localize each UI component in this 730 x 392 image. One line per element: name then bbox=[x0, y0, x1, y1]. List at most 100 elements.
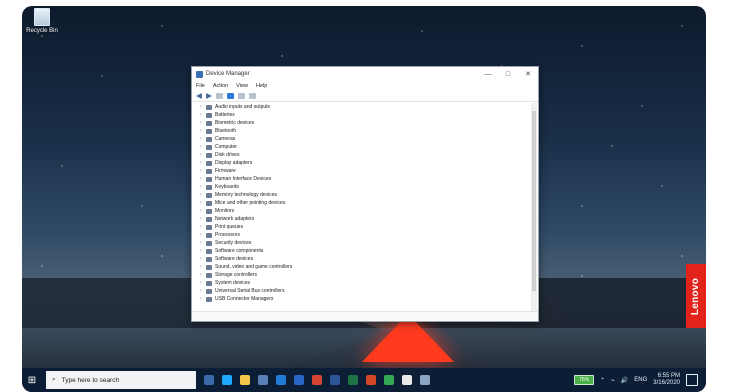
edge-icon[interactable] bbox=[222, 375, 232, 385]
tree-item[interactable]: › Human Interface Devices bbox=[200, 175, 530, 183]
properties-icon[interactable] bbox=[216, 93, 223, 99]
scrollbar-thumb[interactable] bbox=[532, 111, 536, 291]
biometric-icon bbox=[206, 120, 212, 126]
vertical-scrollbar[interactable] bbox=[531, 103, 537, 311]
language-indicator[interactable]: ENG bbox=[634, 377, 647, 383]
time: 6:55 PM bbox=[657, 373, 680, 379]
tree-item-label: Software devices bbox=[215, 256, 254, 262]
software-component-icon bbox=[206, 248, 212, 254]
tree-item-label: Bluetooth bbox=[215, 128, 237, 134]
date: 3/16/2020 bbox=[653, 380, 680, 386]
system-tray: 75% ⌃ ⌁ 🔊 ENG 6:55 PM 3/16/2020 bbox=[574, 373, 706, 387]
tree-item[interactable]: › Storage controllers bbox=[200, 271, 530, 279]
tree-item[interactable]: › Processors bbox=[200, 231, 530, 239]
volume-icon[interactable]: 🔊 bbox=[621, 377, 628, 384]
tree-item[interactable]: › Network adapters bbox=[200, 215, 530, 223]
tree-item[interactable]: › Memory technology devices bbox=[200, 191, 530, 199]
lenovo-text: Lenovo bbox=[690, 277, 702, 315]
start-button[interactable]: ⊞ bbox=[22, 368, 42, 392]
menu-view[interactable]: View bbox=[236, 83, 248, 89]
app-icon[interactable] bbox=[294, 375, 304, 385]
mail-icon[interactable] bbox=[276, 375, 286, 385]
tree-item[interactable]: › System devices bbox=[200, 279, 530, 287]
tree-item[interactable]: › Computer bbox=[200, 143, 530, 151]
system-icon bbox=[206, 280, 212, 286]
tree-item[interactable]: › Biometric devices bbox=[200, 119, 530, 127]
tree-item[interactable]: › Mice and other pointing devices bbox=[200, 199, 530, 207]
menu-action[interactable]: Action bbox=[213, 83, 228, 89]
hid-icon bbox=[206, 176, 212, 182]
tree-item-label: Display adapters bbox=[215, 160, 253, 166]
file-explorer-icon[interactable] bbox=[240, 375, 250, 385]
tree-item[interactable]: › Audio inputs and outputs bbox=[200, 103, 530, 111]
tree-item[interactable]: › USB Connector Managers bbox=[200, 295, 530, 303]
powerpoint-icon[interactable] bbox=[366, 375, 376, 385]
menu-bar: File Action View Help bbox=[192, 81, 538, 91]
chevron-up-icon[interactable]: ⌃ bbox=[600, 377, 605, 384]
taskbar-search[interactable]: ⌕ Type here to search bbox=[46, 371, 196, 389]
battery-icon[interactable]: 75% bbox=[574, 375, 595, 385]
tree-item[interactable]: › Monitors bbox=[200, 207, 530, 215]
window-titlebar[interactable]: Device Manager — □ ✕ bbox=[192, 67, 538, 81]
menu-help[interactable]: Help bbox=[256, 83, 267, 89]
tree-item[interactable]: › Disk drives bbox=[200, 151, 530, 159]
tree-item[interactable]: › Universal Serial Bus controllers bbox=[200, 287, 530, 295]
tree-item[interactable]: › Display adapters bbox=[200, 159, 530, 167]
tree-item-label: System devices bbox=[215, 280, 251, 286]
tree-item[interactable]: › Security devices bbox=[200, 239, 530, 247]
display-adapter-icon bbox=[206, 160, 212, 166]
store-icon[interactable] bbox=[258, 375, 268, 385]
minimize-button[interactable]: — bbox=[478, 67, 498, 81]
forward-icon[interactable] bbox=[206, 93, 212, 99]
clock[interactable]: 6:55 PM 3/16/2020 bbox=[653, 373, 680, 387]
monitor-icon[interactable] bbox=[249, 93, 256, 99]
scan-icon[interactable] bbox=[238, 93, 245, 99]
desktop-screen: Recycle Bin Lenovo Device Manager — □ ✕ … bbox=[22, 6, 706, 392]
tree-item-label: Keyboards bbox=[215, 184, 239, 190]
tree-item[interactable]: › Software devices bbox=[200, 255, 530, 263]
disk-drive-icon bbox=[206, 152, 212, 158]
help-icon[interactable] bbox=[227, 93, 234, 99]
settings-icon[interactable] bbox=[402, 375, 412, 385]
taskbar-apps bbox=[204, 375, 430, 385]
window-controls: — □ ✕ bbox=[478, 67, 538, 81]
usb-icon bbox=[206, 288, 212, 294]
tree-item-label: Audio inputs and outputs bbox=[215, 104, 271, 110]
tree-item-label: Computer bbox=[215, 144, 237, 150]
device-tree: › Audio inputs and outputs › Batteries › Bi… bbox=[200, 103, 530, 311]
word-icon[interactable] bbox=[330, 375, 340, 385]
tree-item-label: Human Interface Devices bbox=[215, 176, 272, 182]
network-icon[interactable]: ⌁ bbox=[611, 377, 615, 384]
notification-icon[interactable] bbox=[686, 374, 698, 386]
menu-file[interactable]: File bbox=[196, 83, 205, 89]
tree-item[interactable]: › Bluetooth bbox=[200, 127, 530, 135]
tree-item[interactable]: › Keyboards bbox=[200, 183, 530, 191]
close-button[interactable]: ✕ bbox=[518, 67, 538, 81]
keyboard-icon bbox=[206, 184, 212, 190]
chrome-icon[interactable] bbox=[384, 375, 394, 385]
tree-item[interactable]: › Software components bbox=[200, 247, 530, 255]
device-manager-window[interactable]: Device Manager — □ ✕ File Action View He… bbox=[191, 66, 539, 322]
tree-item[interactable]: › Print queues bbox=[200, 223, 530, 231]
search-icon: ⌕ bbox=[52, 376, 56, 383]
memory-icon bbox=[206, 192, 212, 198]
app-icon[interactable] bbox=[312, 375, 322, 385]
storage-icon bbox=[206, 272, 212, 278]
network-icon bbox=[206, 216, 212, 222]
maximize-button[interactable]: □ bbox=[498, 67, 518, 81]
tree-item[interactable]: › Firmware bbox=[200, 167, 530, 175]
back-icon[interactable] bbox=[196, 93, 202, 99]
cloud-icon[interactable] bbox=[420, 375, 430, 385]
task-view-icon[interactable] bbox=[204, 375, 214, 385]
excel-icon[interactable] bbox=[348, 375, 358, 385]
recycle-bin-icon bbox=[34, 8, 50, 26]
taskbar: ⊞ ⌕ Type here to search 75% ⌃ ⌁ 🔊 ENG 6:… bbox=[22, 368, 706, 392]
recycle-bin-shortcut[interactable]: Recycle Bin bbox=[24, 8, 60, 34]
tree-item[interactable]: › Sound, video and game controllers bbox=[200, 263, 530, 271]
tree-item-label: Network adapters bbox=[215, 216, 255, 222]
tree-item[interactable]: › Batteries bbox=[200, 111, 530, 119]
tree-item[interactable]: › Cameras bbox=[200, 135, 530, 143]
tree-item-label: Monitors bbox=[215, 208, 235, 214]
software-device-icon bbox=[206, 256, 212, 262]
lenovo-logo: Lenovo bbox=[686, 264, 706, 328]
